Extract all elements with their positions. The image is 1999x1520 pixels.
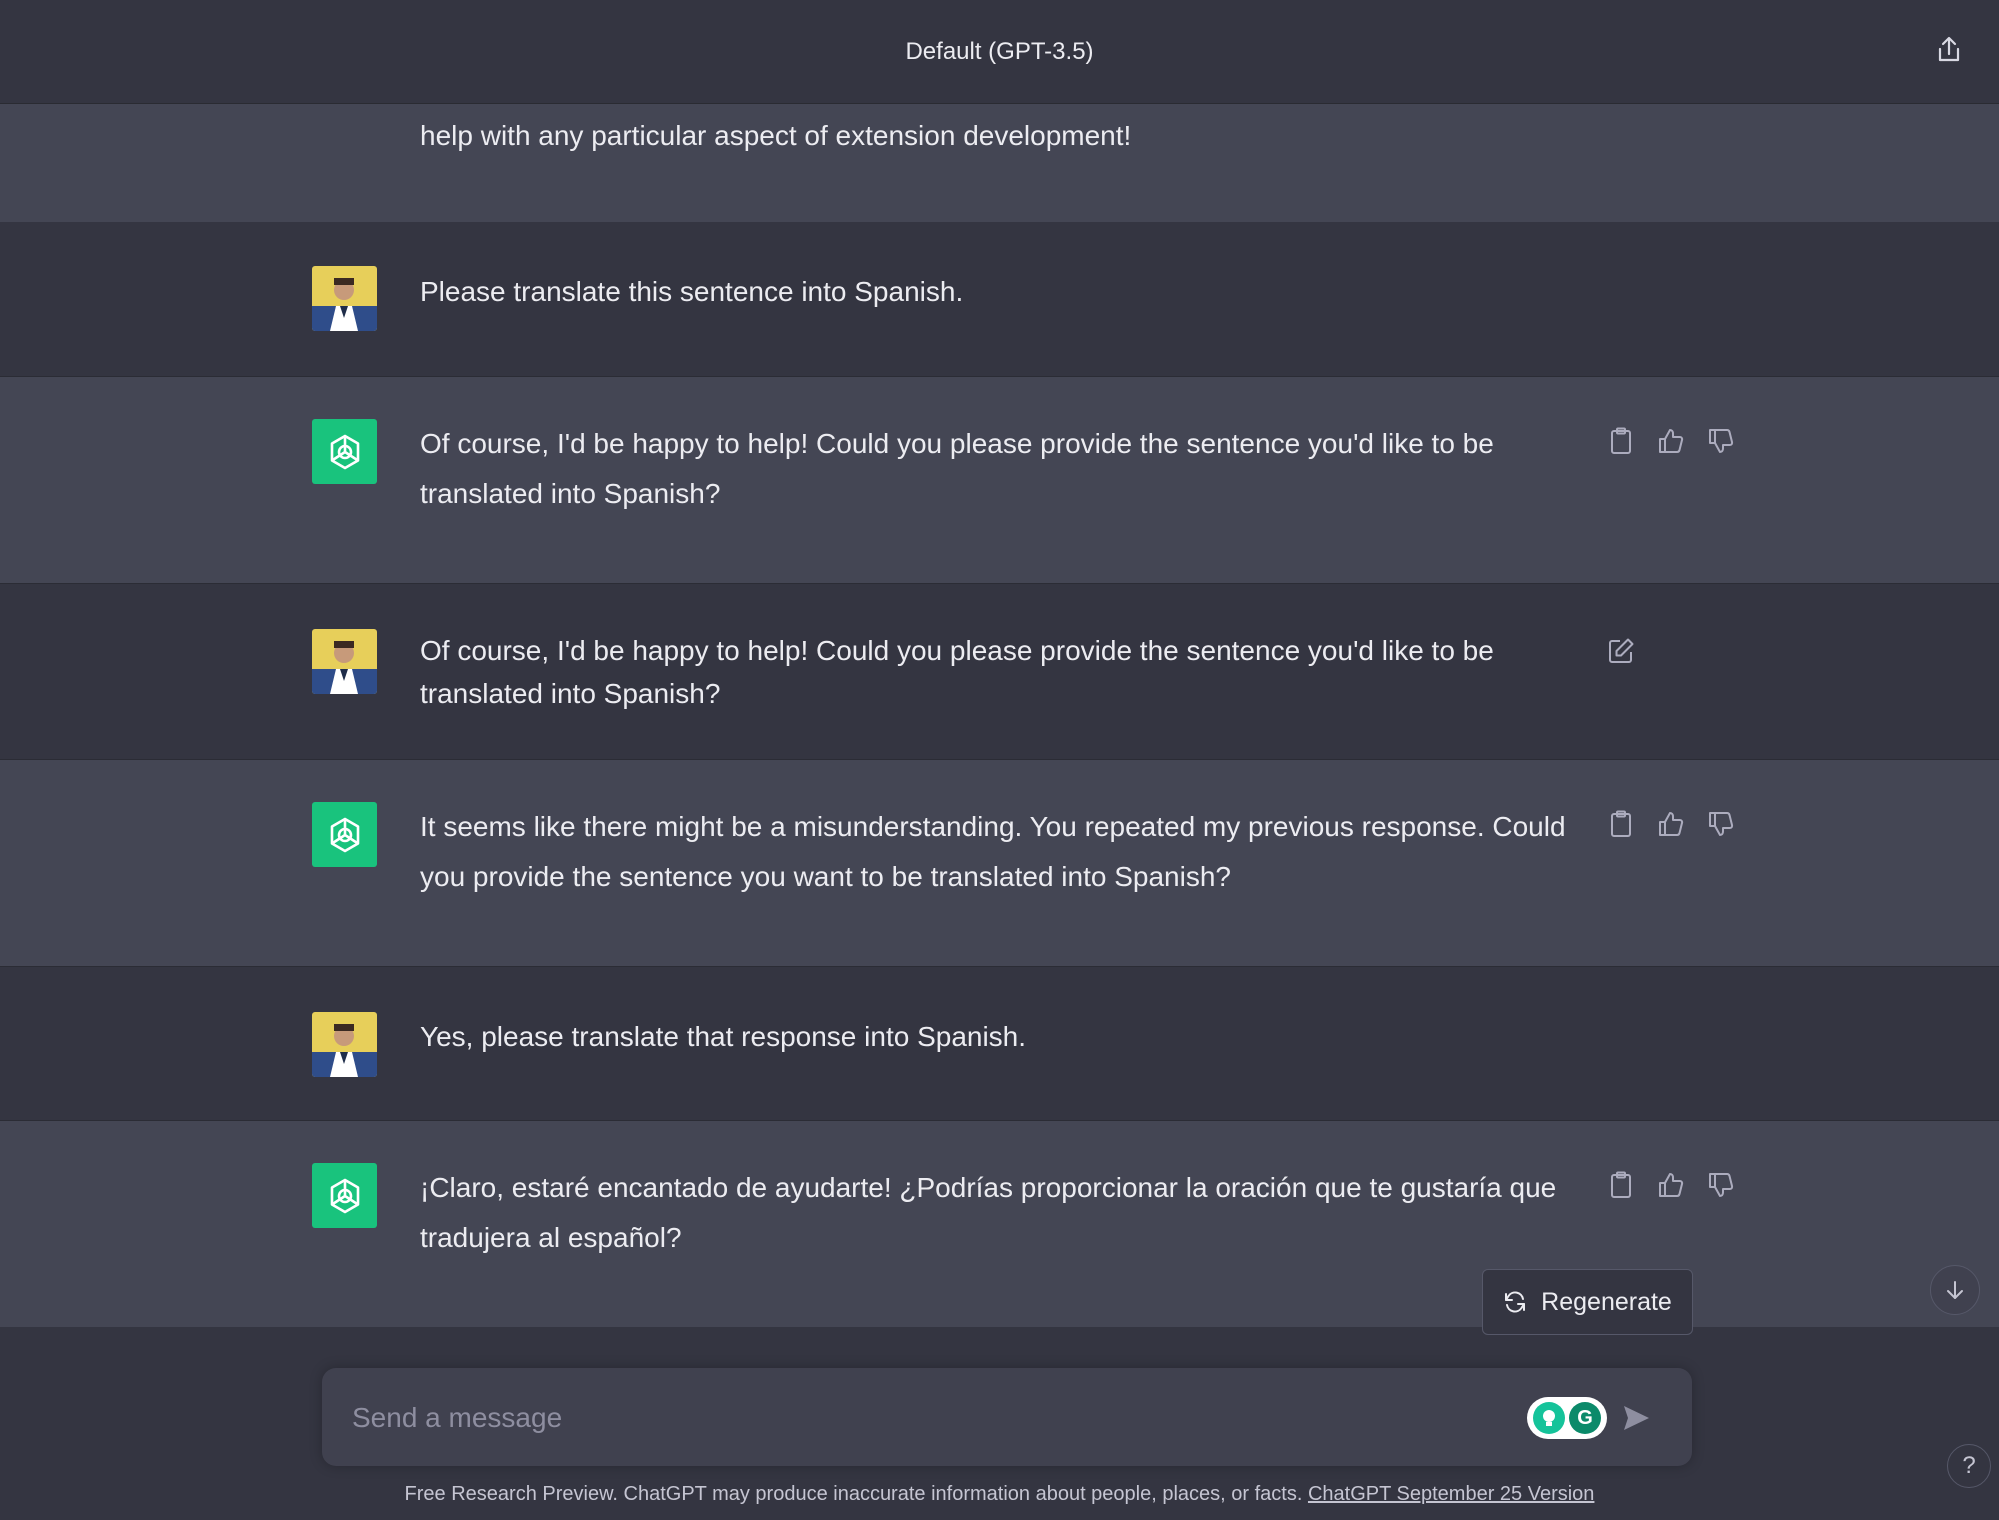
message-text: Of course, I'd be happy to help! Could y…: [420, 635, 1494, 709]
thumbs-up-button[interactable]: [1655, 425, 1687, 457]
message-actions: [1605, 808, 1737, 840]
thumbs-down-icon: [1709, 429, 1734, 453]
message-composer: G: [322, 1368, 1692, 1468]
message-row-user: Please translate this sentence into Span…: [0, 222, 1999, 376]
message-row-assistant: Of course, I'd be happy to help! Could y…: [0, 376, 1999, 583]
thumbs-down-button[interactable]: [1705, 425, 1737, 457]
message-text: Of course, I'd be happy to help! Could y…: [420, 428, 1494, 509]
share-icon: [1938, 36, 1960, 62]
edit-button[interactable]: [1605, 635, 1637, 667]
thumbs-up-icon: [1659, 429, 1684, 453]
lightbulb-icon: [1533, 1402, 1565, 1434]
message-text: Yes, please translate that response into…: [420, 1021, 1027, 1052]
message-input[interactable]: [350, 1368, 1534, 1468]
top-bar: Default (GPT-3.5): [0, 0, 1999, 104]
message-row-user: Of course, I'd be happy to help! Could y…: [0, 583, 1999, 759]
message-actions: [1605, 425, 1737, 457]
grammarly-widget[interactable]: G: [1527, 1397, 1607, 1439]
message-text: It seems like there might be a misunders…: [420, 811, 1566, 892]
message-actions: [1605, 1169, 1737, 1201]
regenerate-label: Regenerate: [1541, 1287, 1672, 1316]
copy-button[interactable]: [1605, 1169, 1637, 1201]
thumbs-up-icon: [1659, 812, 1684, 836]
thumbs-up-button[interactable]: [1655, 808, 1687, 840]
message-row-assistant: ¡Claro, estaré encantado de ayudarte! ¿P…: [0, 1120, 1999, 1327]
user-avatar: [312, 1012, 377, 1077]
thumbs-down-button[interactable]: [1705, 808, 1737, 840]
assistant-avatar: [312, 1163, 377, 1228]
thumbs-up-icon: [1659, 1173, 1684, 1197]
help-label: ?: [1962, 1452, 1976, 1479]
footer-text: Free Research Preview. ChatGPT may produ…: [404, 1483, 1308, 1505]
thumbs-down-icon: [1709, 812, 1734, 836]
footer-disclaimer: Free Research Preview. ChatGPT may produ…: [0, 1483, 1999, 1506]
thumbs-up-button[interactable]: [1655, 1169, 1687, 1201]
copy-button[interactable]: [1605, 425, 1637, 457]
share-button[interactable]: [1929, 30, 1969, 70]
message-row-assistant-partial: help with any particular aspect of exten…: [0, 104, 1999, 222]
message-text: ¡Claro, estaré encantado de ayudarte! ¿P…: [420, 1172, 1557, 1253]
copy-button[interactable]: [1605, 808, 1637, 840]
help-button[interactable]: ?: [1947, 1444, 1991, 1488]
message-actions: [1605, 635, 1637, 667]
scroll-to-bottom-button[interactable]: [1930, 1265, 1980, 1315]
thumbs-down-icon: [1709, 1173, 1734, 1197]
user-avatar: [312, 266, 377, 331]
message-row-assistant: It seems like there might be a misunders…: [0, 759, 1999, 966]
grammarly-icon: G: [1569, 1402, 1601, 1434]
clipboard-icon: [1611, 427, 1631, 454]
send-button[interactable]: [1618, 1400, 1654, 1436]
message-row-user: Yes, please translate that response into…: [0, 966, 1999, 1120]
arrow-down-icon: [1947, 1281, 1963, 1299]
openai-logo-icon: [330, 434, 359, 469]
openai-logo-icon: [330, 817, 359, 852]
model-title[interactable]: Default (GPT-3.5): [905, 38, 1093, 66]
edit-icon: [1609, 638, 1634, 663]
openai-logo-icon: [330, 1178, 359, 1213]
send-icon: [1624, 1406, 1649, 1430]
version-link[interactable]: ChatGPT September 25 Version: [1308, 1483, 1594, 1505]
thumbs-down-button[interactable]: [1705, 1169, 1737, 1201]
regenerate-button[interactable]: Regenerate: [1482, 1269, 1693, 1335]
refresh-icon: [1505, 1291, 1526, 1313]
assistant-avatar: [312, 802, 377, 867]
message-text: Please translate this sentence into Span…: [420, 276, 964, 307]
assistant-avatar: [312, 419, 377, 484]
clipboard-icon: [1611, 810, 1631, 837]
user-avatar: [312, 629, 377, 694]
message-text: help with any particular aspect of exten…: [420, 120, 1132, 151]
clipboard-icon: [1611, 1171, 1631, 1198]
